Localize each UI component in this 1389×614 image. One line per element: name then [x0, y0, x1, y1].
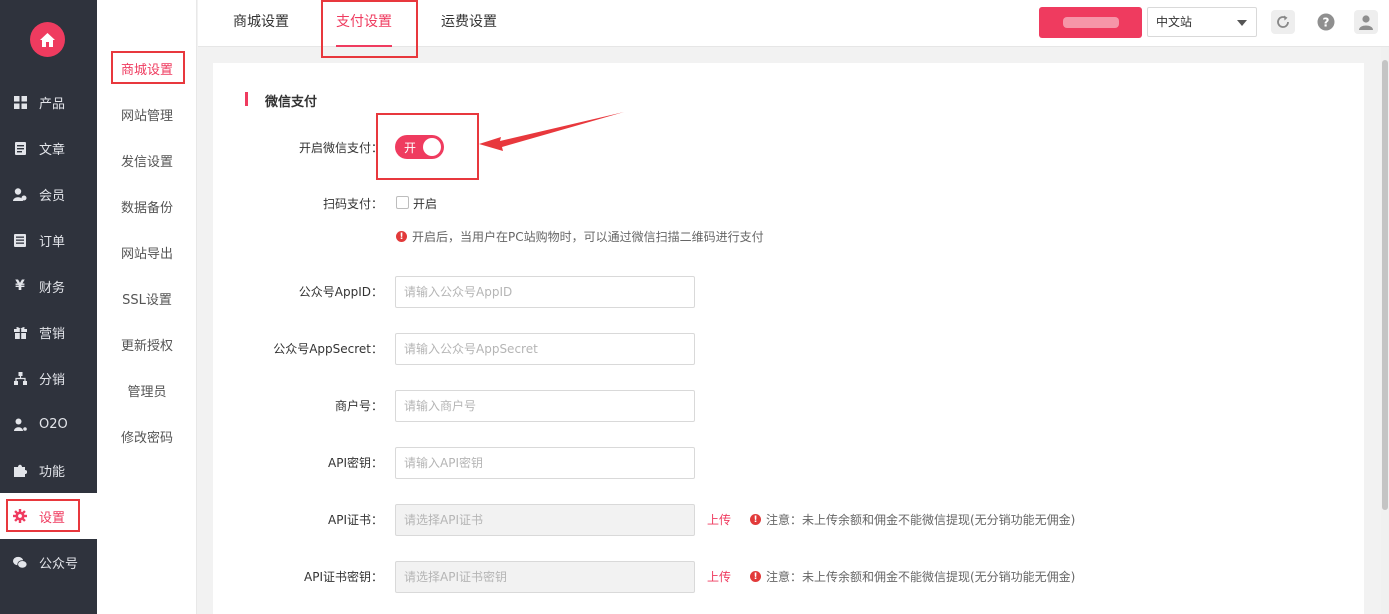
subnav-item-admins[interactable]: 管理员	[97, 367, 197, 413]
nav-item-marketing[interactable]: 营销	[0, 309, 97, 355]
appsecret-label: 公众号AppSecret：	[273, 342, 383, 356]
api-cert-upload-link[interactable]: 上传	[707, 511, 731, 528]
order-icon	[13, 233, 27, 247]
subnav-item-mail-settings[interactable]: 发信设置	[97, 137, 197, 183]
nav-label: 财务	[39, 280, 66, 296]
nav-item-members[interactable]: 会员	[0, 171, 97, 217]
tab-payment-settings[interactable]: 支付设置	[336, 0, 392, 47]
subnav-item-site-export[interactable]: 网站导出	[97, 229, 197, 275]
scan-pay-checkbox-label: 开启	[413, 197, 438, 211]
redacted-text	[1063, 17, 1119, 28]
toggle-knob	[423, 138, 441, 156]
api-cert-key-note-text: 注意：未上传余额和佣金不能微信提现(无分销功能无佣金)	[766, 570, 1076, 584]
subnav-item-license[interactable]: 更新授权	[97, 321, 197, 367]
puzzle-icon	[13, 463, 27, 477]
appid-input[interactable]	[395, 276, 695, 308]
api-cert-key-upload-link[interactable]: 上传	[707, 568, 731, 585]
account-button[interactable]	[1039, 7, 1142, 38]
scan-pay-hint-text: 开启后，当用户在PC站购物时，可以通过微信扫描二维码进行支付	[412, 230, 764, 244]
scan-pay-label: 扫码支付：	[322, 197, 383, 211]
tab-shipping-settings[interactable]: 运费设置	[441, 0, 497, 47]
nav-item-products[interactable]: 产品	[0, 79, 97, 125]
gift-icon	[13, 325, 27, 339]
main-sidebar: 产品 文章 会员 订单 ¥ 财务 营销 分销 O2O 功能 设置 公众号	[0, 0, 97, 614]
nav-item-official-account[interactable]: 公众号	[0, 539, 97, 585]
subnav-item-site-management[interactable]: 网站管理	[97, 91, 197, 137]
toggle-state-text: 开	[404, 141, 417, 155]
api-cert-label: API证书：	[328, 513, 383, 527]
member-icon	[13, 187, 27, 201]
nav-item-o2o[interactable]: O2O	[0, 401, 97, 447]
nav-item-finance[interactable]: ¥ 财务	[0, 263, 97, 309]
nav-label: 公众号	[39, 556, 79, 572]
nav-item-features[interactable]: 功能	[0, 447, 97, 493]
yen-icon: ¥	[15, 278, 25, 294]
subnav-item-ssl[interactable]: SSL设置	[97, 275, 197, 321]
scrollbar-thumb[interactable]	[1382, 60, 1388, 510]
user-avatar-button[interactable]	[1354, 10, 1378, 34]
help-icon: ?	[1317, 13, 1335, 31]
subnav-item-backup[interactable]: 数据备份	[97, 183, 197, 229]
nav-label: 设置	[39, 510, 66, 526]
api-key-input[interactable]	[395, 447, 695, 479]
top-bar: 商城设置 支付设置 运费设置 中文站 ?	[198, 0, 1389, 47]
nav-label: 订单	[39, 234, 66, 250]
nav-label: 营销	[39, 326, 66, 342]
api-cert-note: ! 注意：未上传余额和佣金不能微信提现(无分销功能无佣金)	[750, 511, 1075, 528]
language-select[interactable]: 中文站	[1147, 7, 1257, 37]
chevron-down-icon	[1237, 20, 1247, 26]
nav-item-distribution[interactable]: 分销	[0, 355, 97, 401]
scan-pay-checkbox[interactable]	[396, 196, 409, 209]
info-icon: !	[396, 231, 407, 242]
gear-icon	[13, 509, 27, 523]
refresh-icon	[1277, 15, 1289, 28]
api-cert-key-note: ! 注意：未上传余额和佣金不能微信提现(无分销功能无佣金)	[750, 568, 1075, 585]
subnav-item-mall-settings[interactable]: 商城设置	[97, 45, 197, 91]
wechat-icon	[13, 555, 27, 569]
api-cert-key-label: API证书密钥：	[304, 570, 383, 584]
nav-label: 产品	[39, 96, 66, 112]
language-select-value: 中文站	[1156, 15, 1193, 29]
appsecret-input[interactable]	[395, 333, 695, 365]
nav-label: O2O	[39, 416, 68, 432]
nav-label: 分销	[39, 372, 66, 388]
svg-text:?: ?	[1323, 15, 1330, 29]
warning-icon: !	[750, 514, 761, 525]
sitemap-icon	[13, 371, 27, 385]
document-icon	[13, 141, 27, 155]
nav-label: 文章	[39, 142, 66, 158]
nav-item-orders[interactable]: 订单	[0, 217, 97, 263]
enable-wechat-pay-toggle[interactable]: 开	[395, 135, 444, 159]
nav-label: 功能	[39, 464, 66, 480]
home-icon	[40, 32, 55, 47]
enable-wechat-pay-label: 开启微信支付：	[298, 141, 383, 155]
api-cert-note-text: 注意：未上传余额和佣金不能微信提现(无分销功能无佣金)	[766, 513, 1076, 527]
help-button[interactable]: ?	[1314, 10, 1338, 34]
merchant-id-input[interactable]	[395, 390, 695, 422]
appid-label: 公众号AppID：	[298, 285, 383, 299]
warning-icon: !	[750, 571, 761, 582]
refresh-button[interactable]	[1271, 10, 1295, 34]
user-icon	[1359, 15, 1373, 30]
subnav-item-change-password[interactable]: 修改密码	[97, 413, 197, 459]
section-marker	[245, 92, 248, 106]
nav-label: 会员	[39, 188, 66, 204]
grid-icon	[13, 95, 27, 109]
settings-subnav: 商城设置 网站管理 发信设置 数据备份 网站导出 SSL设置 更新授权 管理员 …	[97, 0, 197, 614]
api-cert-input[interactable]	[395, 504, 695, 536]
nav-item-articles[interactable]: 文章	[0, 125, 97, 171]
payment-settings-panel: 微信支付 开启微信支付： 开 扫码支付： 开启 ! 开启后，当用户在PC站购物时…	[213, 63, 1364, 614]
api-key-label: API密钥：	[328, 456, 383, 470]
section-title: 微信支付	[265, 95, 318, 110]
o2o-icon	[13, 417, 27, 431]
merchant-id-label: 商户号：	[334, 399, 383, 413]
tab-mall-settings[interactable]: 商城设置	[233, 0, 289, 47]
nav-item-settings[interactable]: 设置	[0, 493, 97, 539]
api-cert-key-input[interactable]	[395, 561, 695, 593]
scan-pay-hint: ! 开启后，当用户在PC站购物时，可以通过微信扫描二维码进行支付	[396, 228, 764, 245]
home-button[interactable]	[30, 22, 65, 57]
